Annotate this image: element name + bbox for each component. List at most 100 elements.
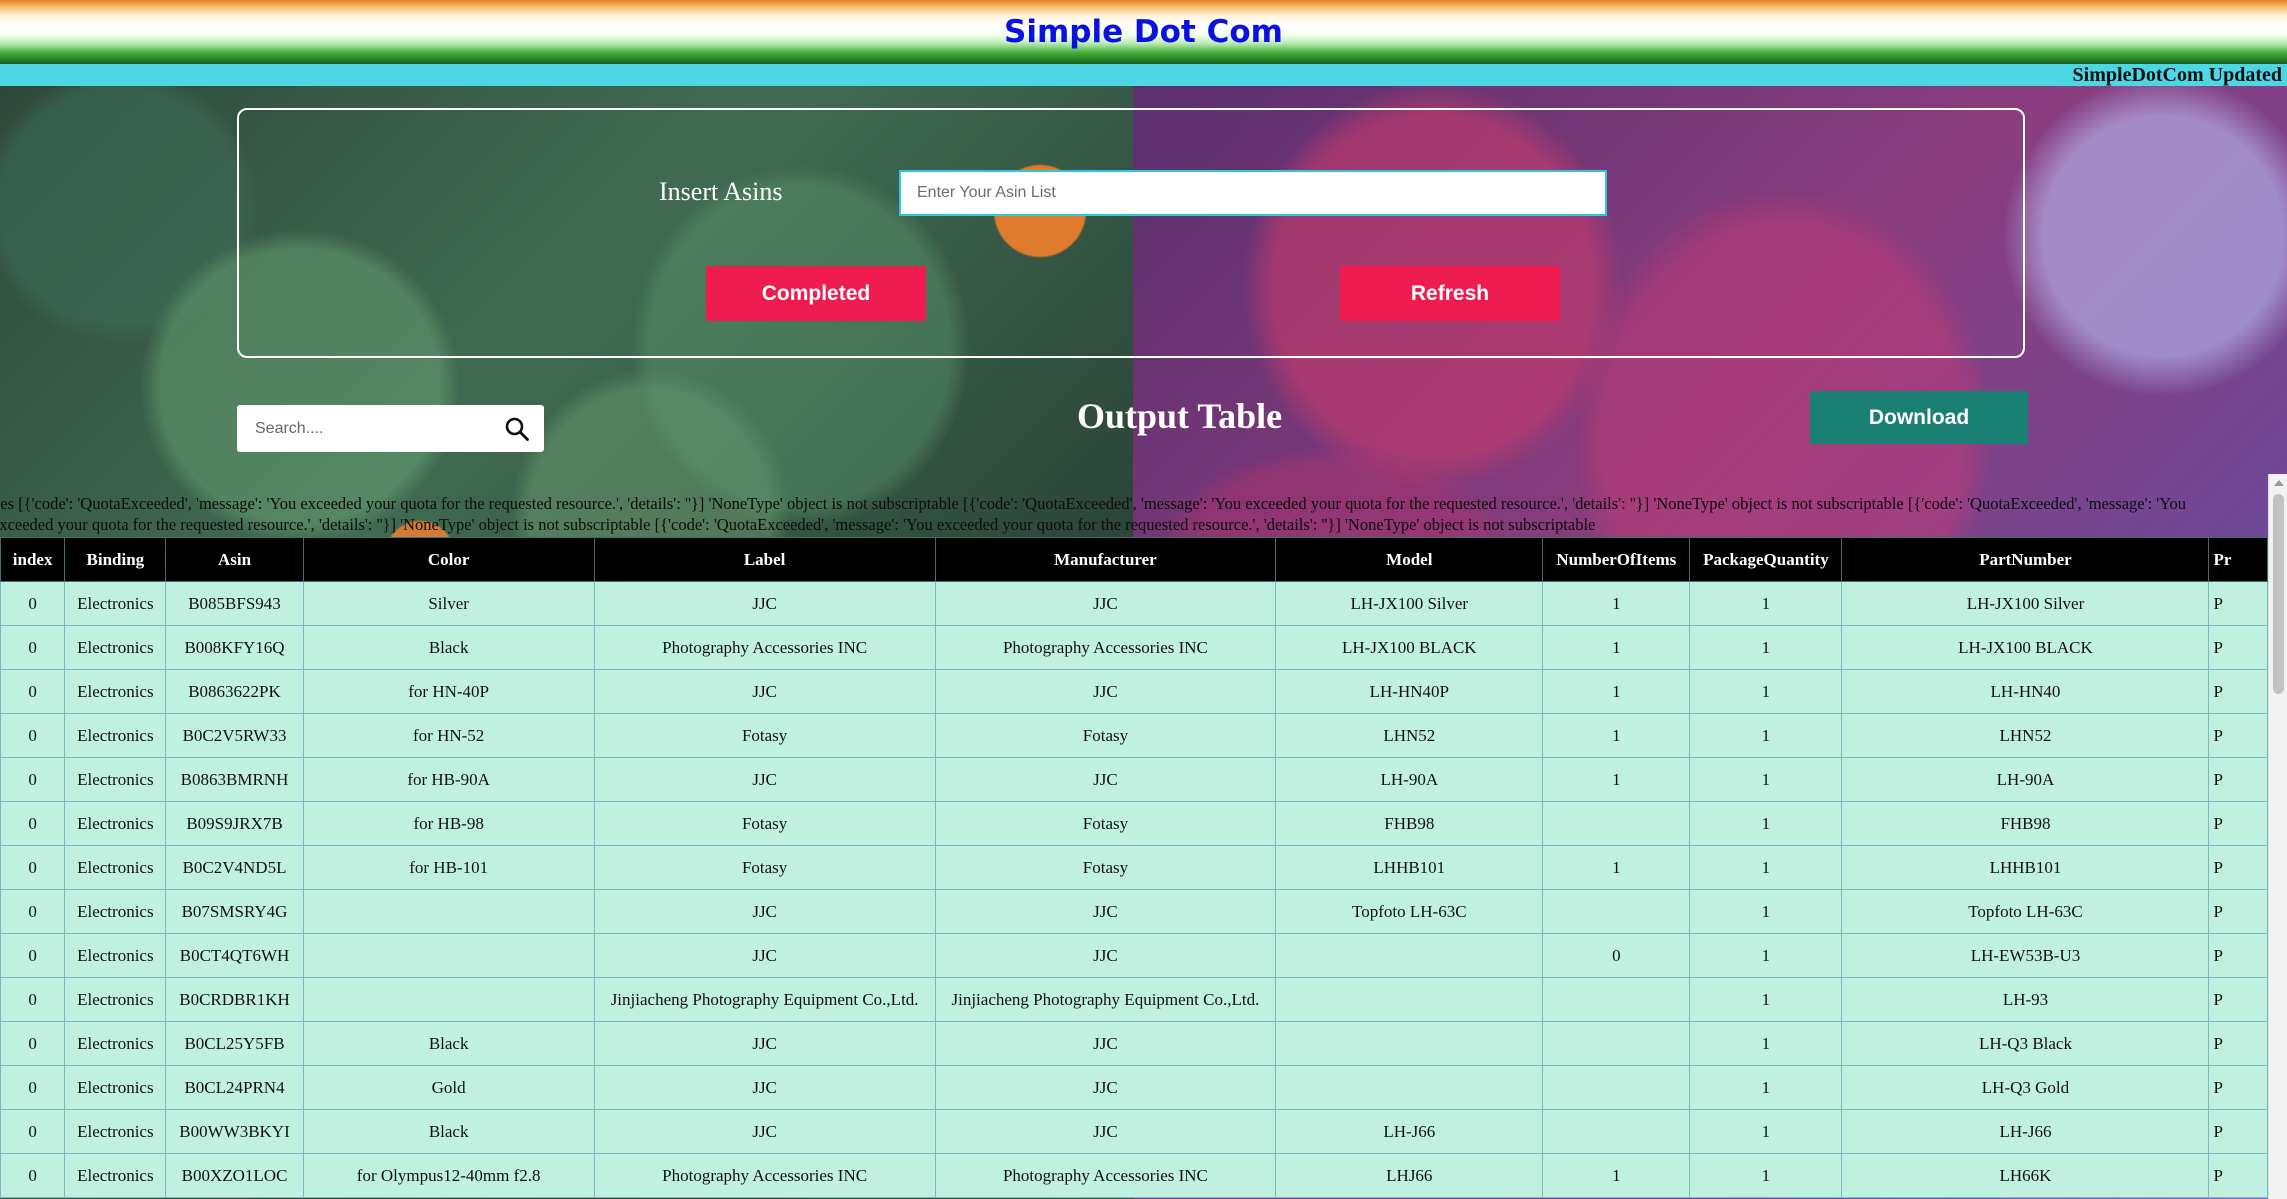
table-cell-model: LH-J66: [1275, 1109, 1544, 1154]
table-cell-color: Black: [302, 1109, 595, 1154]
table-cell-binding: Electronics: [64, 1065, 167, 1110]
table-cell-model: LH-HN40P: [1275, 669, 1544, 714]
table-cell-model: [1275, 933, 1544, 978]
column-header-numberofitems: NumberOfItems: [1542, 537, 1691, 582]
table-cell-pr: P: [2208, 977, 2268, 1022]
table-cell-manufacturer: JJC: [934, 757, 1277, 802]
table-cell-index: 0: [0, 933, 66, 978]
table-cell-index: 0: [0, 1065, 66, 1110]
completed-button[interactable]: Completed: [706, 266, 926, 321]
table-cell-asin: B0C2V5RW33: [165, 713, 304, 758]
asin-list-input[interactable]: [899, 170, 1607, 216]
table-cell-label: JJC: [593, 1109, 936, 1154]
table-cell-model: LH-JX100 Silver: [1275, 581, 1544, 626]
table-cell-packagequantity: 1: [1689, 977, 1843, 1022]
search-input[interactable]: [237, 405, 523, 452]
output-table: index Binding Asin Color Label Manufacturer Mo…: [0, 537, 2268, 1198]
site-title: Simple Dot Com: [1004, 14, 1283, 50]
table-cell-model: LHN52: [1275, 713, 1544, 758]
table-cell-packagequantity: 1: [1689, 713, 1843, 758]
table-cell-asin: B0863BMRNH: [165, 757, 304, 802]
column-header-color: Color: [302, 537, 595, 582]
table-cell-index: 0: [0, 1021, 66, 1066]
table-row: 0 Electronics B00XZO1LOC for Olympus12-40mm…: [0, 1153, 2268, 1198]
table-cell-numberofitems: [1542, 1109, 1691, 1154]
vertical-scrollbar[interactable]: [2268, 474, 2287, 1199]
table-cell-color: [302, 977, 595, 1022]
table-cell-asin: B008KFY16Q: [165, 625, 304, 670]
table-cell-numberofitems: 1: [1542, 581, 1691, 626]
table-cell-color: Black: [302, 625, 595, 670]
table-cell-partnumber: LH-Q3 Gold: [1841, 1065, 2210, 1110]
table-cell-manufacturer: Jinjiacheng Photography Equipment Co.,Lt…: [934, 977, 1277, 1022]
column-header-binding: Binding: [64, 537, 167, 582]
table-cell-packagequantity: 1: [1689, 933, 1843, 978]
table-cell-packagequantity: 1: [1689, 845, 1843, 890]
table-cell-model: Topfoto LH-63C: [1275, 889, 1544, 934]
column-header-label: Label: [593, 537, 936, 582]
table-cell-partnumber: LH-HN40: [1841, 669, 2210, 714]
table-cell-manufacturer: Fotasy: [934, 845, 1277, 890]
table-cell-color: [302, 889, 595, 934]
table-cell-pr: P: [2208, 669, 2268, 714]
table-cell-label: JJC: [593, 669, 936, 714]
table-cell-numberofitems: [1542, 889, 1691, 934]
download-button[interactable]: Download: [1810, 391, 2028, 444]
output-table-title: Output Table: [1077, 396, 1283, 436]
table-cell-binding: Electronics: [64, 977, 167, 1022]
table-cell-label: Fotasy: [593, 713, 936, 758]
table-row: 0 Electronics B0CRDBR1KH Jinjiacheng Photog…: [0, 977, 2268, 1022]
table-cell-partnumber: LH-JX100 BLACK: [1841, 625, 2210, 670]
table-cell-partnumber: LH-90A: [1841, 757, 2210, 802]
table-cell-numberofitems: 1: [1542, 1153, 1691, 1198]
table-cell-asin: B0CL25Y5FB: [165, 1021, 304, 1066]
table-cell-pr: P: [2208, 933, 2268, 978]
table-cell-numberofitems: 1: [1542, 625, 1691, 670]
table-cell-numberofitems: 1: [1542, 757, 1691, 802]
search-box: [237, 405, 544, 452]
table-cell-numberofitems: 1: [1542, 669, 1691, 714]
table-cell-index: 0: [0, 977, 66, 1022]
updated-label: SimpleDotCom Updated: [2072, 64, 2282, 86]
table-cell-label: JJC: [593, 1065, 936, 1110]
table-cell-numberofitems: [1542, 977, 1691, 1022]
table-cell-color: for HN-40P: [302, 669, 595, 714]
table-cell-asin: B00WW3BKYI: [165, 1109, 304, 1154]
table-cell-asin: B085BFS943: [165, 581, 304, 626]
table-cell-numberofitems: 1: [1542, 713, 1691, 758]
table-cell-index: 0: [0, 581, 66, 626]
subheader-bar: SimpleDotCom Updated: [0, 64, 2287, 86]
table-cell-label: JJC: [593, 1021, 936, 1066]
table-cell-label: Jinjiacheng Photography Equipment Co.,Lt…: [593, 977, 936, 1022]
scroll-up-arrow-icon[interactable]: [2274, 480, 2284, 486]
table-cell-index: 0: [0, 757, 66, 802]
table-cell-model: LH-90A: [1275, 757, 1544, 802]
table-cell-index: 0: [0, 889, 66, 934]
table-cell-color: Silver: [302, 581, 595, 626]
search-icon[interactable]: [504, 416, 530, 442]
scrollbar-thumb[interactable]: [2273, 494, 2284, 694]
table-row: 0 Electronics B085BFS943 Silver JJC JJC LH-JX1…: [0, 581, 2268, 626]
table-cell-pr: P: [2208, 625, 2268, 670]
table-cell-numberofitems: [1542, 801, 1691, 846]
table-cell-partnumber: LH-EW53B-U3: [1841, 933, 2210, 978]
table-cell-binding: Electronics: [64, 713, 167, 758]
asin-input-panel: [237, 108, 2025, 358]
table-cell-manufacturer: JJC: [934, 581, 1277, 626]
table-cell-color: for HB-101: [302, 845, 595, 890]
table-cell-manufacturer: JJC: [934, 933, 1277, 978]
table-cell-manufacturer: JJC: [934, 669, 1277, 714]
table-cell-model: [1275, 977, 1544, 1022]
table-cell-manufacturer: JJC: [934, 1065, 1277, 1110]
table-cell-packagequantity: 1: [1689, 1153, 1843, 1198]
table-header-row: index Binding Asin Color Label Manufacturer Mo…: [0, 537, 2268, 582]
table-cell-packagequantity: 1: [1689, 669, 1843, 714]
table-cell-model: FHB98: [1275, 801, 1544, 846]
table-cell-pr: P: [2208, 581, 2268, 626]
table-cell-label: Photography Accessories INC: [593, 625, 936, 670]
table-cell-binding: Electronics: [64, 625, 167, 670]
table-cell-packagequantity: 1: [1689, 1021, 1843, 1066]
table-cell-packagequantity: 1: [1689, 581, 1843, 626]
refresh-button[interactable]: Refresh: [1340, 266, 1560, 321]
table-cell-numberofitems: [1542, 1021, 1691, 1066]
